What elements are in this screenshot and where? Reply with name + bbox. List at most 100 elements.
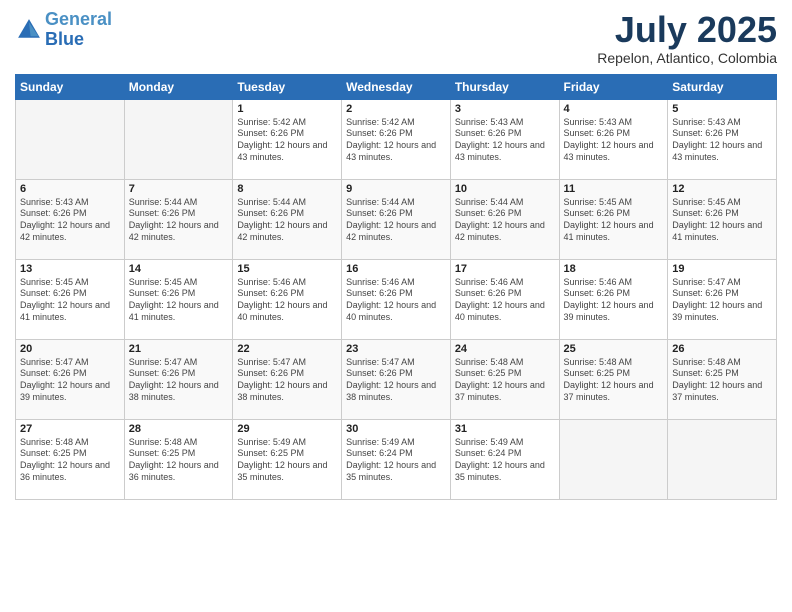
calendar-cell: 17 Sunrise: 5:46 AM Sunset: 6:26 PM Dayli… — [450, 259, 559, 339]
day-info: Sunrise: 5:45 AM Sunset: 6:26 PM Dayligh… — [672, 197, 772, 244]
calendar-cell: 26 Sunrise: 5:48 AM Sunset: 6:25 PM Dayli… — [668, 339, 777, 419]
day-info: Sunrise: 5:43 AM Sunset: 6:26 PM Dayligh… — [564, 117, 664, 164]
day-number: 27 — [20, 423, 120, 435]
calendar-day-header: Friday — [559, 74, 668, 99]
day-info: Sunrise: 5:43 AM Sunset: 6:26 PM Dayligh… — [672, 117, 772, 164]
day-info: Sunrise: 5:46 AM Sunset: 6:26 PM Dayligh… — [564, 277, 664, 324]
calendar-cell: 10 Sunrise: 5:44 AM Sunset: 6:26 PM Dayli… — [450, 179, 559, 259]
day-number: 28 — [129, 423, 229, 435]
day-info: Sunrise: 5:48 AM Sunset: 6:25 PM Dayligh… — [455, 357, 555, 404]
logo: General Blue — [15, 10, 112, 50]
day-number: 23 — [346, 343, 446, 355]
day-number: 9 — [346, 183, 446, 195]
day-info: Sunrise: 5:48 AM Sunset: 6:25 PM Dayligh… — [672, 357, 772, 404]
calendar-cell: 15 Sunrise: 5:46 AM Sunset: 6:26 PM Dayli… — [233, 259, 342, 339]
calendar-table: SundayMondayTuesdayWednesdayThursdayFrid… — [15, 74, 777, 500]
calendar-cell: 23 Sunrise: 5:47 AM Sunset: 6:26 PM Dayli… — [342, 339, 451, 419]
calendar-cell: 5 Sunrise: 5:43 AM Sunset: 6:26 PM Daylig… — [668, 99, 777, 179]
calendar-cell: 18 Sunrise: 5:46 AM Sunset: 6:26 PM Dayli… — [559, 259, 668, 339]
day-number: 8 — [237, 183, 337, 195]
calendar-cell: 3 Sunrise: 5:43 AM Sunset: 6:26 PM Daylig… — [450, 99, 559, 179]
day-number: 3 — [455, 103, 555, 115]
calendar-week-row: 20 Sunrise: 5:47 AM Sunset: 6:26 PM Dayli… — [16, 339, 777, 419]
header: General Blue July 2025 Repelon, Atlantic… — [15, 10, 777, 66]
day-number: 25 — [564, 343, 664, 355]
day-info: Sunrise: 5:46 AM Sunset: 6:26 PM Dayligh… — [237, 277, 337, 324]
calendar-week-row: 13Sunrise: 5:45 AM Sunset: 6:26 PM Dayli… — [16, 259, 777, 339]
calendar-cell: 6 Sunrise: 5:43 AM Sunset: 6:26 PM Daylig… — [16, 179, 125, 259]
day-number: 10 — [455, 183, 555, 195]
logo-text: General Blue — [45, 10, 112, 50]
day-info: Sunrise: 5:44 AM Sunset: 6:26 PM Dayligh… — [455, 197, 555, 244]
day-number: 12 — [672, 183, 772, 195]
calendar-cell — [668, 419, 777, 499]
day-info: Sunrise: 5:47 AM Sunset: 6:26 PM Dayligh… — [346, 357, 446, 404]
calendar-cell: 2Sunrise: 5:42 AM Sunset: 6:26 PM Daylig… — [342, 99, 451, 179]
day-number: 7 — [129, 183, 229, 195]
day-number: 11 — [564, 183, 664, 195]
subtitle: Repelon, Atlantico, Colombia — [597, 50, 777, 66]
day-info: Sunrise: 5:45 AM Sunset: 6:26 PM Dayligh… — [129, 277, 229, 324]
calendar-cell: 22 Sunrise: 5:47 AM Sunset: 6:26 PM Dayli… — [233, 339, 342, 419]
calendar-day-header: Tuesday — [233, 74, 342, 99]
calendar-cell: 25 Sunrise: 5:48 AM Sunset: 6:25 PM Dayli… — [559, 339, 668, 419]
calendar-cell: 14 Sunrise: 5:45 AM Sunset: 6:26 PM Dayli… — [124, 259, 233, 339]
calendar-cell: 12 Sunrise: 5:45 AM Sunset: 6:26 PM Dayli… — [668, 179, 777, 259]
day-number: 20 — [20, 343, 120, 355]
day-number: 6 — [20, 183, 120, 195]
day-info: Sunrise: 5:48 AM Sunset: 6:25 PM Dayligh… — [20, 437, 120, 484]
day-number: 26 — [672, 343, 772, 355]
calendar-cell: 19Sunrise: 5:47 AM Sunset: 6:26 PM Dayli… — [668, 259, 777, 339]
calendar-week-row: 6 Sunrise: 5:43 AM Sunset: 6:26 PM Daylig… — [16, 179, 777, 259]
calendar-cell: 24 Sunrise: 5:48 AM Sunset: 6:25 PM Dayli… — [450, 339, 559, 419]
day-number: 4 — [564, 103, 664, 115]
day-number: 24 — [455, 343, 555, 355]
calendar-cell — [559, 419, 668, 499]
calendar-day-header: Wednesday — [342, 74, 451, 99]
day-info: Sunrise: 5:43 AM Sunset: 6:26 PM Dayligh… — [455, 117, 555, 164]
title-block: July 2025 Repelon, Atlantico, Colombia — [597, 10, 777, 66]
day-number: 18 — [564, 263, 664, 275]
day-info: Sunrise: 5:43 AM Sunset: 6:26 PM Dayligh… — [20, 197, 120, 244]
day-number: 17 — [455, 263, 555, 275]
calendar-cell: 28Sunrise: 5:48 AM Sunset: 6:25 PM Dayli… — [124, 419, 233, 499]
day-info: Sunrise: 5:42 AM Sunset: 6:26 PM Dayligh… — [237, 117, 337, 164]
day-info: Sunrise: 5:49 AM Sunset: 6:24 PM Dayligh… — [346, 437, 446, 484]
calendar-cell: 30 Sunrise: 5:49 AM Sunset: 6:24 PM Dayli… — [342, 419, 451, 499]
day-number: 5 — [672, 103, 772, 115]
calendar-header-row: SundayMondayTuesdayWednesdayThursdayFrid… — [16, 74, 777, 99]
day-info: Sunrise: 5:49 AM Sunset: 6:25 PM Dayligh… — [237, 437, 337, 484]
day-info: Sunrise: 5:47 AM Sunset: 6:26 PM Dayligh… — [129, 357, 229, 404]
calendar-cell: 4 Sunrise: 5:43 AM Sunset: 6:26 PM Daylig… — [559, 99, 668, 179]
day-info: Sunrise: 5:46 AM Sunset: 6:26 PM Dayligh… — [455, 277, 555, 324]
calendar-cell: 9 Sunrise: 5:44 AM Sunset: 6:26 PM Daylig… — [342, 179, 451, 259]
main-title: July 2025 — [597, 10, 777, 50]
calendar-cell: 16Sunrise: 5:46 AM Sunset: 6:26 PM Dayli… — [342, 259, 451, 339]
logo-blue: Blue — [45, 29, 84, 49]
calendar-cell: 1 Sunrise: 5:42 AM Sunset: 6:26 PM Daylig… — [233, 99, 342, 179]
day-info: Sunrise: 5:44 AM Sunset: 6:26 PM Dayligh… — [129, 197, 229, 244]
logo-icon — [15, 16, 43, 44]
day-info: Sunrise: 5:44 AM Sunset: 6:26 PM Dayligh… — [346, 197, 446, 244]
calendar-cell — [16, 99, 125, 179]
day-info: Sunrise: 5:45 AM Sunset: 6:26 PM Dayligh… — [564, 197, 664, 244]
day-number: 22 — [237, 343, 337, 355]
day-info: Sunrise: 5:46 AM Sunset: 6:26 PM Dayligh… — [346, 277, 446, 324]
day-number: 19 — [672, 263, 772, 275]
logo-general: General — [45, 9, 112, 29]
day-info: Sunrise: 5:47 AM Sunset: 6:26 PM Dayligh… — [237, 357, 337, 404]
page: General Blue July 2025 Repelon, Atlantic… — [0, 0, 792, 612]
day-info: Sunrise: 5:49 AM Sunset: 6:24 PM Dayligh… — [455, 437, 555, 484]
day-info: Sunrise: 5:42 AM Sunset: 6:26 PM Dayligh… — [346, 117, 446, 164]
day-number: 1 — [237, 103, 337, 115]
day-number: 30 — [346, 423, 446, 435]
calendar-cell: 13Sunrise: 5:45 AM Sunset: 6:26 PM Dayli… — [16, 259, 125, 339]
calendar-week-row: 1 Sunrise: 5:42 AM Sunset: 6:26 PM Daylig… — [16, 99, 777, 179]
day-info: Sunrise: 5:48 AM Sunset: 6:25 PM Dayligh… — [564, 357, 664, 404]
calendar-cell: 11 Sunrise: 5:45 AM Sunset: 6:26 PM Dayli… — [559, 179, 668, 259]
calendar-day-header: Saturday — [668, 74, 777, 99]
calendar-week-row: 27 Sunrise: 5:48 AM Sunset: 6:25 PM Dayli… — [16, 419, 777, 499]
calendar-day-header: Monday — [124, 74, 233, 99]
day-number: 15 — [237, 263, 337, 275]
day-number: 14 — [129, 263, 229, 275]
